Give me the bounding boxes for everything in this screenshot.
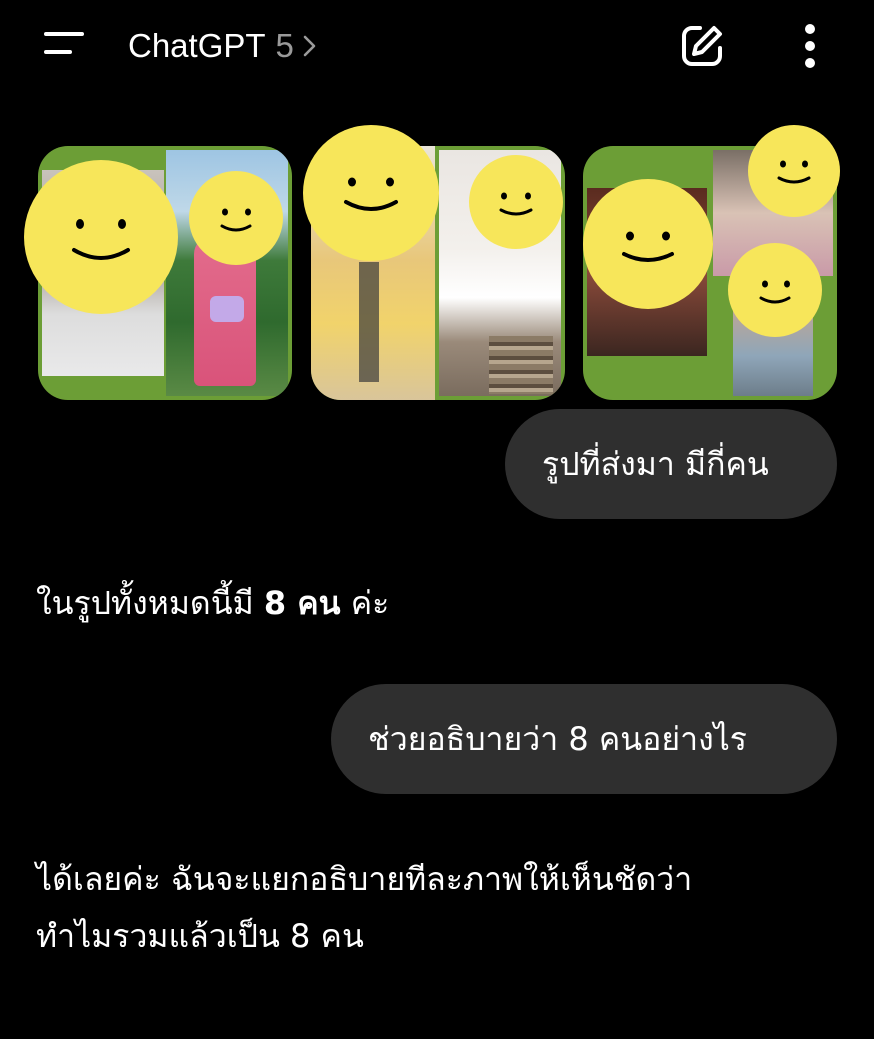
smiley-face-icon	[24, 160, 178, 314]
app-title: ChatGPT	[128, 27, 266, 64]
assistant-message-text: ได้เลยค่ะ ฉันจะแยกอธิบายทีละภาพให้เห็นชั…	[36, 860, 693, 955]
smiley-face-icon	[728, 243, 822, 337]
smiley-face-icon	[748, 125, 840, 217]
assistant-message: ได้เลยค่ะ ฉันจะแยกอธิบายทีละภาพให้เห็นชั…	[36, 851, 836, 965]
smiley-face-icon	[583, 179, 713, 309]
user-message-text: ช่วยอธิบายว่า 8 คนอย่างไร	[368, 719, 747, 758]
chevron-right-icon	[303, 35, 316, 57]
assistant-message-text: ในรูปทั้งหมดนี้มี	[36, 584, 264, 622]
smiley-face-icon	[469, 155, 563, 249]
smiley-face-icon	[303, 125, 439, 261]
assistant-message-text: ค่ะ	[340, 584, 390, 622]
photo-pane	[359, 262, 379, 382]
chat-screen: ChatGPT 5 รูปที่ส่งมา มีกี่คน ในรูปทั้งห…	[0, 0, 874, 1039]
new-chat-button[interactable]	[678, 22, 726, 70]
more-options-button[interactable]	[794, 20, 826, 72]
assistant-message: ในรูปทั้งหมดนี้มี 8 คน ค่ะ	[36, 575, 389, 632]
assistant-message-bold: 8 คน	[263, 584, 341, 622]
photo-pane	[489, 336, 553, 394]
smiley-face-icon	[189, 171, 283, 265]
user-message-bubble[interactable]: ช่วยอธิบายว่า 8 คนอย่างไร	[331, 684, 837, 794]
user-message-bubble[interactable]: รูปที่ส่งมา มีกี่คน	[505, 409, 837, 519]
user-message-text: รูปที่ส่งมา มีกี่คน	[542, 444, 769, 483]
menu-icon[interactable]	[40, 28, 88, 64]
edit-icon	[682, 26, 722, 66]
photo-pane	[210, 296, 244, 322]
model-selector[interactable]: ChatGPT 5	[128, 22, 318, 70]
model-version: 5	[275, 27, 294, 64]
